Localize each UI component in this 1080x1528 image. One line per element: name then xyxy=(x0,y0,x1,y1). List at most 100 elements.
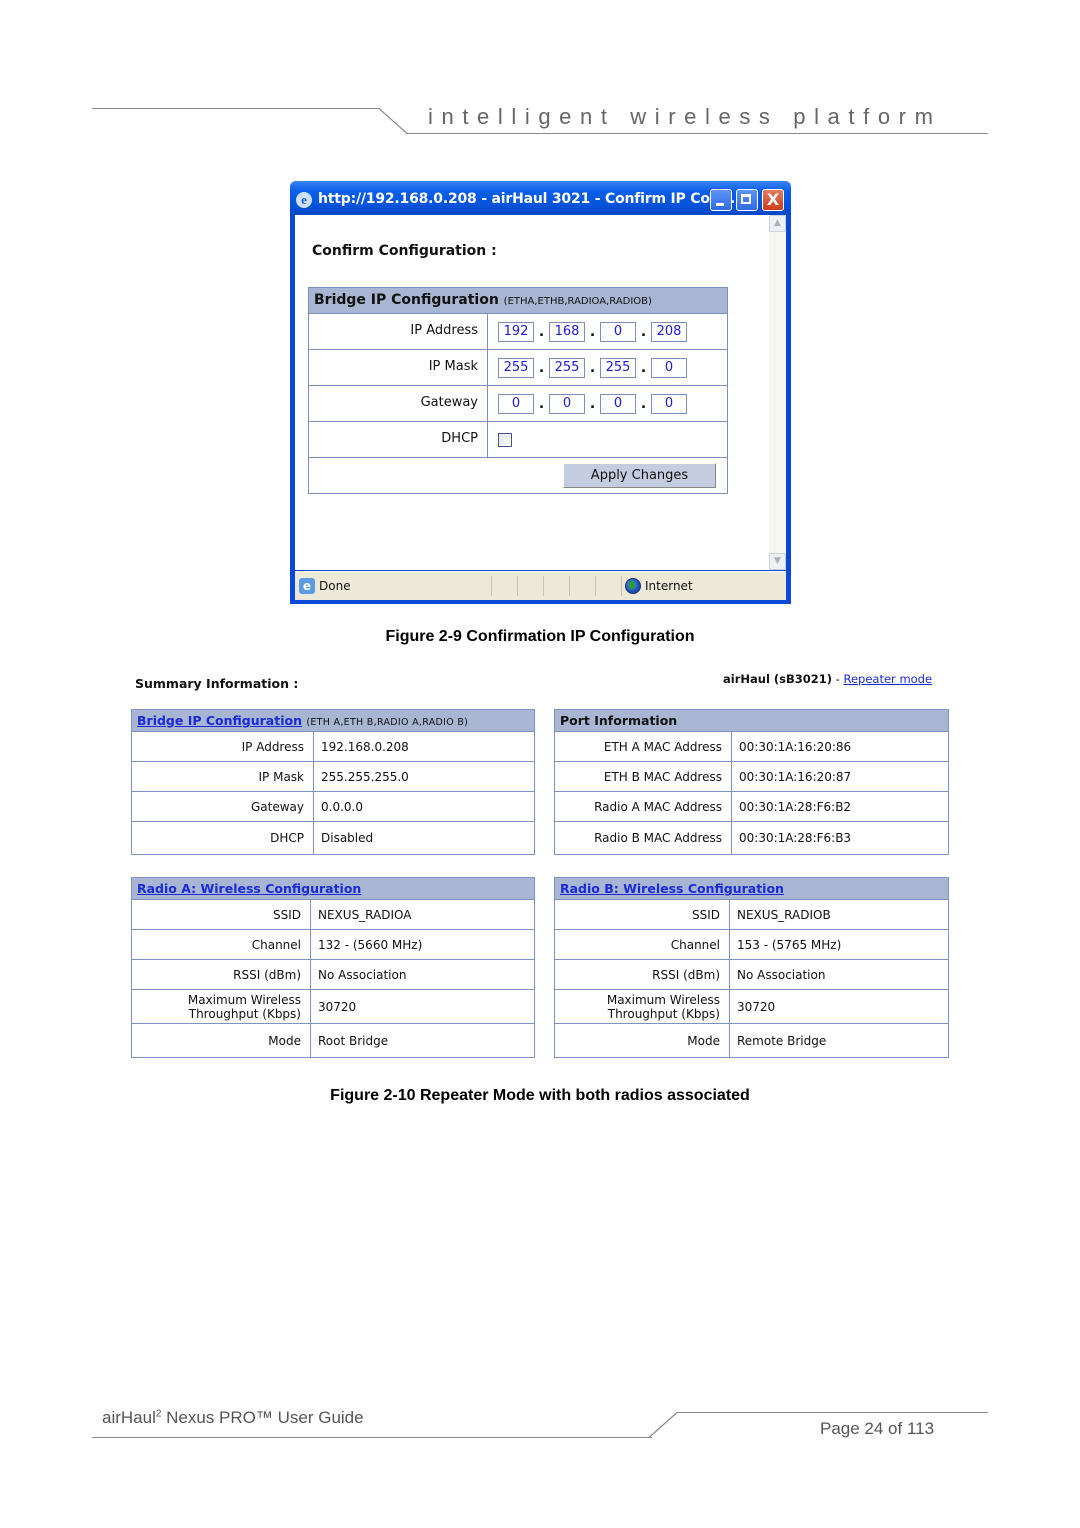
field-label: IP Mask xyxy=(309,350,488,385)
table-row: ETH B MAC Address 00:30:1A:16:20:87 xyxy=(555,762,948,792)
table-row: Channel 153 - (5765 MHz) xyxy=(555,930,948,960)
gateway-octet-1[interactable]: 0 xyxy=(498,393,534,414)
row-value: NEXUS_RADIOA xyxy=(318,907,412,922)
table-row: DHCP Disabled xyxy=(132,822,534,854)
status-divider xyxy=(517,576,518,596)
summary-heading: Summary Information : xyxy=(135,676,299,691)
port-information-table: Port Information ETH A MAC Address 00:30:… xyxy=(554,709,949,855)
row-label: Channel xyxy=(555,930,730,959)
table-row: IP Mask 255.255.255.0 xyxy=(132,762,534,792)
scroll-up-button[interactable]: ▲ xyxy=(769,215,786,232)
figure-caption-2-10: Figure 2-10 Repeater Mode with both radi… xyxy=(330,1087,750,1104)
row-value: 30720 xyxy=(737,999,776,1014)
row-value: 0.0.0.0 xyxy=(321,799,363,814)
row-label: ETH B MAC Address xyxy=(555,762,732,791)
window-title: http://192.168.0.208 - airHaul 3021 - Co… xyxy=(318,191,746,207)
zone-text: Internet xyxy=(645,579,693,593)
status-divider xyxy=(595,576,596,596)
device-info: airHaul (sB3021) - Repeater mode xyxy=(723,672,932,686)
row-label: Gateway xyxy=(132,792,314,821)
page-number: Page 24 of 113 xyxy=(820,1419,935,1438)
row-label: Channel xyxy=(132,930,311,959)
vertical-scrollbar[interactable]: ▲ ▼ xyxy=(769,215,786,570)
bridge-ip-config-link[interactable]: Bridge IP Configuration xyxy=(137,713,302,728)
dhcp-row: DHCP xyxy=(309,422,727,458)
row-label: Mode xyxy=(132,1024,311,1057)
minimize-button[interactable] xyxy=(710,189,732,211)
radio-a-config-link[interactable]: Radio A: Wireless Configuration xyxy=(137,881,361,896)
table-header: Port Information xyxy=(555,710,948,732)
row-value: No Association xyxy=(318,967,407,982)
ip-octet-2[interactable]: 168 xyxy=(549,321,585,342)
row-value: Disabled xyxy=(321,831,374,845)
row-value: No Association xyxy=(737,967,826,982)
table-row: Maximum Wireless Throughput (Kbps) 30720 xyxy=(555,990,948,1024)
ip-octet-4[interactable]: 208 xyxy=(651,321,687,342)
footer-guide-title: airHaul2 Nexus PRO™ User Guide xyxy=(102,1408,364,1428)
gateway-octet-4[interactable]: 0 xyxy=(651,393,687,414)
gateway-octet-2[interactable]: 0 xyxy=(549,393,585,414)
row-label: RSSI (dBm) xyxy=(132,960,311,989)
row-label: SSID xyxy=(132,900,311,929)
ip-octet-1[interactable]: 192 xyxy=(498,321,534,342)
radio-a-table: Radio A: Wireless Configuration SSID NEXU… xyxy=(131,877,535,1058)
ie-icon: e xyxy=(296,192,312,208)
repeater-mode-link[interactable]: Repeater mode xyxy=(844,672,933,686)
bridge-ip-table: Bridge IP Configuration (ETH A,ETH B,RAD… xyxy=(131,709,535,855)
table-row: Gateway 0.0.0.0 xyxy=(132,792,534,822)
ip-octet-3[interactable]: 0 xyxy=(600,321,636,342)
apply-row: Apply Changes xyxy=(309,458,727,493)
dhcp-checkbox[interactable] xyxy=(498,432,512,447)
status-bar: e Done Internet xyxy=(295,571,786,600)
ip-address-row: IP Address 192. 168. 0. 208 xyxy=(309,314,727,350)
header-rule-left xyxy=(92,108,380,109)
ip-mask-row: IP Mask 255. 255. 255. 0 xyxy=(309,350,727,386)
row-label: Maximum Wireless Throughput (Kbps) xyxy=(555,990,730,1023)
mask-octet-1[interactable]: 255 xyxy=(498,357,534,378)
row-value: 00:30:1A:28:F6:B2 xyxy=(739,799,852,814)
mask-octet-4[interactable]: 0 xyxy=(651,357,687,378)
table-row: Radio B MAC Address 00:30:1A:28:F6:B3 xyxy=(555,822,948,854)
radio-b-table: Radio B: Wireless Configuration SSID NEXU… xyxy=(554,877,949,1058)
row-value: 153 - (5765 MHz) xyxy=(737,937,842,952)
table-row: Maximum Wireless Throughput (Kbps) 30720 xyxy=(132,990,534,1024)
window-titlebar[interactable]: e http://192.168.0.208 - airHaul 3021 - … xyxy=(290,181,791,215)
field-label: IP Address xyxy=(309,314,488,349)
table-row: IP Address 192.168.0.208 xyxy=(132,732,534,762)
bridge-ip-config-form: Bridge IP Configuration (ETHA,ETHB,RADIO… xyxy=(308,287,728,494)
header-tagline: intelligent wireless platform xyxy=(428,104,942,129)
mask-octet-2[interactable]: 255 xyxy=(549,357,585,378)
row-value: 00:30:1A:28:F6:B3 xyxy=(739,831,852,845)
browser-window: e http://192.168.0.208 - airHaul 3021 - … xyxy=(290,181,791,604)
row-label: DHCP xyxy=(132,822,314,854)
page-content: Confirm Configuration : Bridge IP Config… xyxy=(295,215,786,570)
table-row: RSSI (dBm) No Association xyxy=(132,960,534,990)
close-icon: X xyxy=(766,190,780,209)
status-text: Done xyxy=(319,579,351,593)
table-row: Channel 132 - (5660 MHz) xyxy=(132,930,534,960)
table-row: Mode Root Bridge xyxy=(132,1024,534,1057)
mask-octet-3[interactable]: 255 xyxy=(600,357,636,378)
row-label: Radio B MAC Address xyxy=(555,822,732,854)
status-divider xyxy=(621,576,622,596)
radio-b-config-link[interactable]: Radio B: Wireless Configuration xyxy=(560,881,784,896)
gateway-row: Gateway 0. 0. 0. 0 xyxy=(309,386,727,422)
separator: - xyxy=(832,672,844,686)
footer-rule-slant xyxy=(648,1412,678,1438)
figure-caption-2-9: Figure 2-9 Confirmation IP Configuration xyxy=(385,628,695,645)
section-title: Bridge IP Configuration xyxy=(314,292,499,308)
form-section-header: Bridge IP Configuration (ETHA,ETHB,RADIO… xyxy=(309,288,727,314)
row-label: IP Mask xyxy=(132,762,314,791)
apply-changes-button[interactable]: Apply Changes xyxy=(563,463,716,488)
row-value: 255.255.255.0 xyxy=(321,769,409,784)
close-button[interactable]: X xyxy=(762,189,784,211)
guide-prefix: airHaul xyxy=(102,1408,156,1427)
scroll-down-button[interactable]: ▼ xyxy=(769,553,786,570)
maximize-button[interactable] xyxy=(736,189,758,211)
section-subtitle: (ETHA,ETHB,RADIOA,RADIOB) xyxy=(503,296,652,307)
gateway-octet-3[interactable]: 0 xyxy=(600,393,636,414)
table-row: SSID NEXUS_RADIOB xyxy=(555,900,948,930)
table-header: Radio A: Wireless Configuration xyxy=(132,878,534,900)
row-value: 00:30:1A:16:20:87 xyxy=(739,769,852,784)
row-value: 192.168.0.208 xyxy=(321,739,409,754)
